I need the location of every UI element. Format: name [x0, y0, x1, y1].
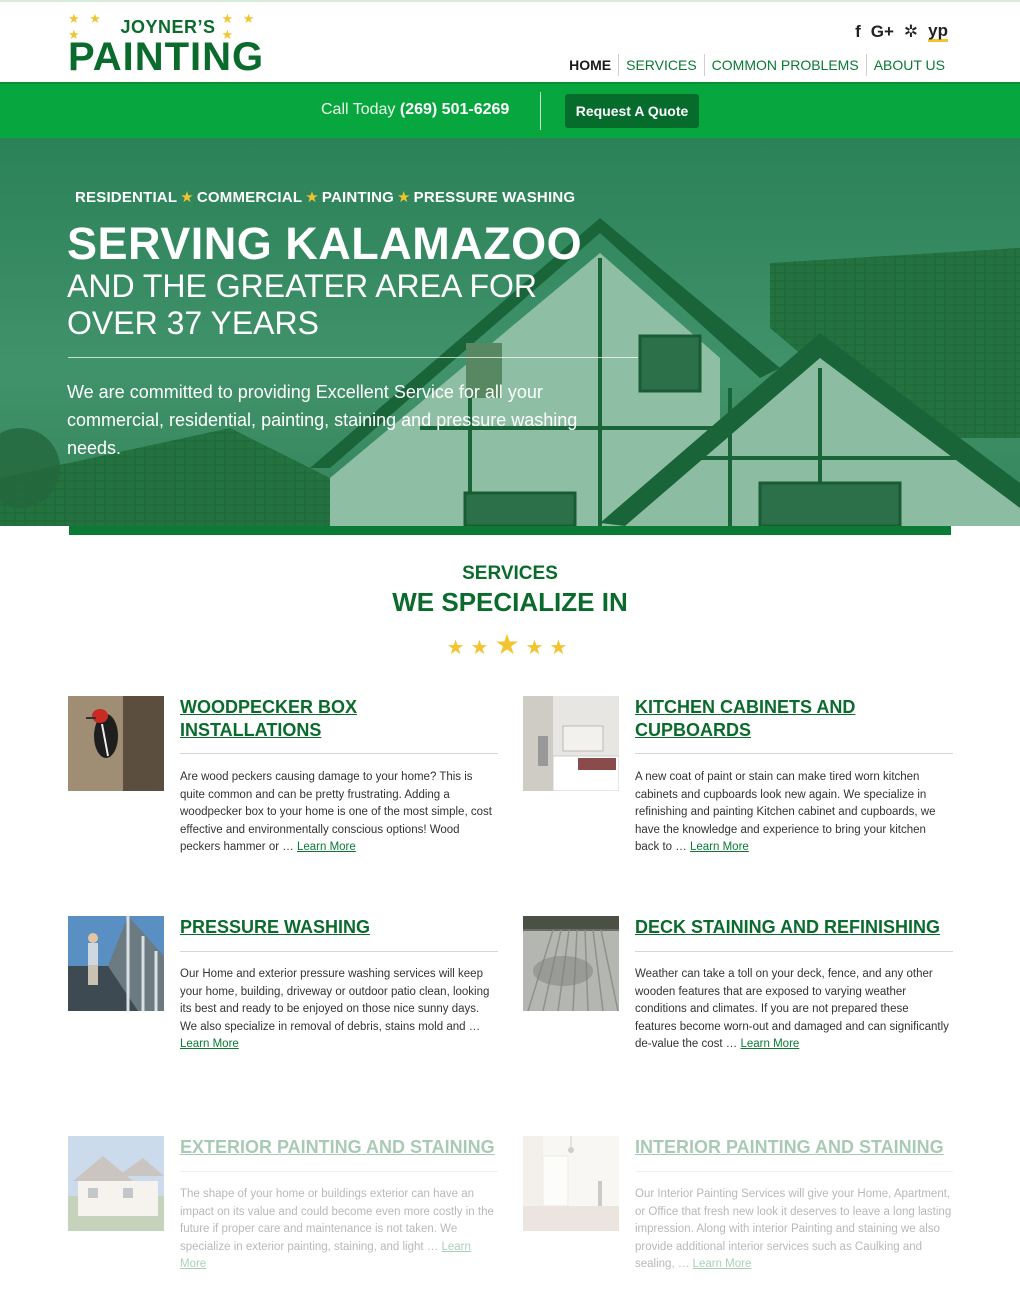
- ellipsis: …: [675, 841, 687, 853]
- call-to-action-bar: Call Today (269) 501-6269 Request A Quot…: [0, 82, 1020, 138]
- service-description: Weather can take a toll on your deck, fe…: [635, 966, 953, 1054]
- nav-about-us[interactable]: ABOUT US: [865, 54, 952, 76]
- yellow-pages-icon[interactable]: yp: [928, 22, 948, 42]
- yelp-icon[interactable]: ✲: [904, 22, 918, 42]
- service-description: Are wood peckers causing damage to your …: [180, 769, 498, 857]
- star-icon: ★: [305, 189, 319, 206]
- ellipsis: …: [468, 1020, 481, 1033]
- hero-subtitle: AND THE GREATER AREA FOR OVER 37 YEARS: [67, 268, 538, 341]
- service-description: A new coat of paint or stain can make ti…: [635, 769, 953, 857]
- nav-services[interactable]: SERVICES: [618, 54, 704, 76]
- nav-home[interactable]: HOME: [562, 54, 618, 76]
- service-title[interactable]: DECK STAINING AND REFINISHING: [635, 916, 953, 939]
- learn-more-link[interactable]: Learn More: [297, 841, 356, 853]
- service-description: Our Interior Painting Services will give…: [635, 1186, 953, 1274]
- card-divider: [180, 951, 498, 952]
- tag-commercial: COMMERCIAL: [196, 189, 303, 206]
- service-card-pressure-washing: PRESSURE WASHING Our Home and exterior p…: [68, 916, 498, 1096]
- site-logo[interactable]: ★ ★ ★ JOYNER’S ★ ★ ★ PAINTING: [68, 11, 268, 79]
- site-header: ★ ★ ★ JOYNER’S ★ ★ ★ PAINTING f G+ ✲ yp …: [0, 2, 1020, 82]
- nav-common-problems[interactable]: COMMON PROBLEMS: [703, 54, 866, 76]
- ellipsis: …: [426, 1240, 439, 1253]
- logo-main-text: PAINTING: [68, 35, 265, 79]
- kitchen-image[interactable]: [523, 696, 619, 791]
- interior-painting-image[interactable]: [523, 1136, 619, 1231]
- phone-number[interactable]: (269) 501-6269: [400, 101, 509, 118]
- services-title: WE SPECIALIZE IN: [392, 587, 628, 617]
- ellipsis: …: [725, 1038, 738, 1050]
- call-today-label: Call Today: [321, 101, 396, 118]
- card-divider: [635, 753, 953, 754]
- woodpecker-image[interactable]: [68, 696, 164, 791]
- learn-more-link[interactable]: Learn More: [693, 1258, 752, 1270]
- ellipsis: …: [282, 841, 294, 853]
- service-text: Our Home and exterior pressure washing s…: [180, 968, 490, 1033]
- card-divider: [180, 1171, 498, 1172]
- hero-description: We are committed to providing Excellent …: [67, 382, 578, 458]
- service-card-deck: DECK STAINING AND REFINISHING Weather ca…: [523, 916, 953, 1096]
- service-description: The shape of your home or buildings exte…: [180, 1186, 498, 1274]
- star-icon: ★: [397, 189, 411, 206]
- service-title[interactable]: KITCHEN CABINETS AND CUPBOARDS: [635, 696, 953, 742]
- google-plus-icon[interactable]: G+: [871, 22, 894, 42]
- learn-more-link[interactable]: Learn More: [741, 1038, 800, 1050]
- cta-divider: [540, 92, 541, 130]
- card-divider: [180, 753, 498, 754]
- card-divider: [635, 951, 953, 952]
- service-card-exterior-painting: EXTERIOR PAINTING AND STAINING The shape…: [68, 1136, 498, 1300]
- service-title[interactable]: INTERIOR PAINTING AND STAINING: [635, 1136, 953, 1159]
- learn-more-link[interactable]: Learn More: [690, 841, 749, 853]
- hero-service-tags: RESIDENTIAL ★ COMMERCIAL ★ PAINTING ★ PRESSURE…: [75, 188, 575, 206]
- facebook-icon[interactable]: f: [855, 22, 861, 42]
- hero-title: SERVING KALAMAZOO: [67, 218, 583, 269]
- star-icon: ★: [180, 189, 194, 206]
- exterior-painting-image[interactable]: [68, 1136, 164, 1231]
- hero-bottom-accent: [69, 526, 951, 535]
- service-title[interactable]: EXTERIOR PAINTING AND STAINING: [180, 1136, 498, 1159]
- call-today-text: Call Today (269) 501-6269: [321, 101, 509, 119]
- service-card-interior-painting: INTERIOR PAINTING AND STAINING Our Inter…: [523, 1136, 953, 1300]
- service-description: Our Home and exterior pressure washing s…: [180, 966, 498, 1054]
- request-quote-button[interactable]: Request A Quote: [565, 94, 699, 128]
- service-card-woodpecker: WOODPECKER BOX INSTALLATIONS Are wood pe…: [68, 696, 498, 876]
- learn-more-link[interactable]: Learn More: [180, 1038, 239, 1050]
- ellipsis: …: [677, 1258, 690, 1270]
- rating-stars-icon: ★★★★★: [446, 629, 574, 660]
- tag-pressure-washing: PRESSURE WASHING: [413, 189, 576, 206]
- hero-banner: RESIDENTIAL ★ COMMERCIAL ★ PAINTING ★ PRESSURE…: [0, 138, 1020, 526]
- tag-painting: PAINTING: [321, 189, 395, 206]
- services-kicker: SERVICES: [462, 563, 558, 584]
- tag-residential: RESIDENTIAL: [75, 189, 178, 206]
- main-nav: HOME SERVICES COMMON PROBLEMS ABOUT US: [562, 54, 952, 76]
- service-card-kitchen: KITCHEN CABINETS AND CUPBOARDS A new coa…: [523, 696, 953, 876]
- pressure-washing-image[interactable]: [68, 916, 164, 1011]
- service-title[interactable]: PRESSURE WASHING: [180, 916, 498, 939]
- deck-image[interactable]: [523, 916, 619, 1011]
- card-divider: [635, 1171, 953, 1172]
- service-title[interactable]: WOODPECKER BOX INSTALLATIONS: [180, 696, 498, 742]
- social-links: f G+ ✲ yp: [855, 22, 948, 42]
- hero-divider: [68, 357, 638, 358]
